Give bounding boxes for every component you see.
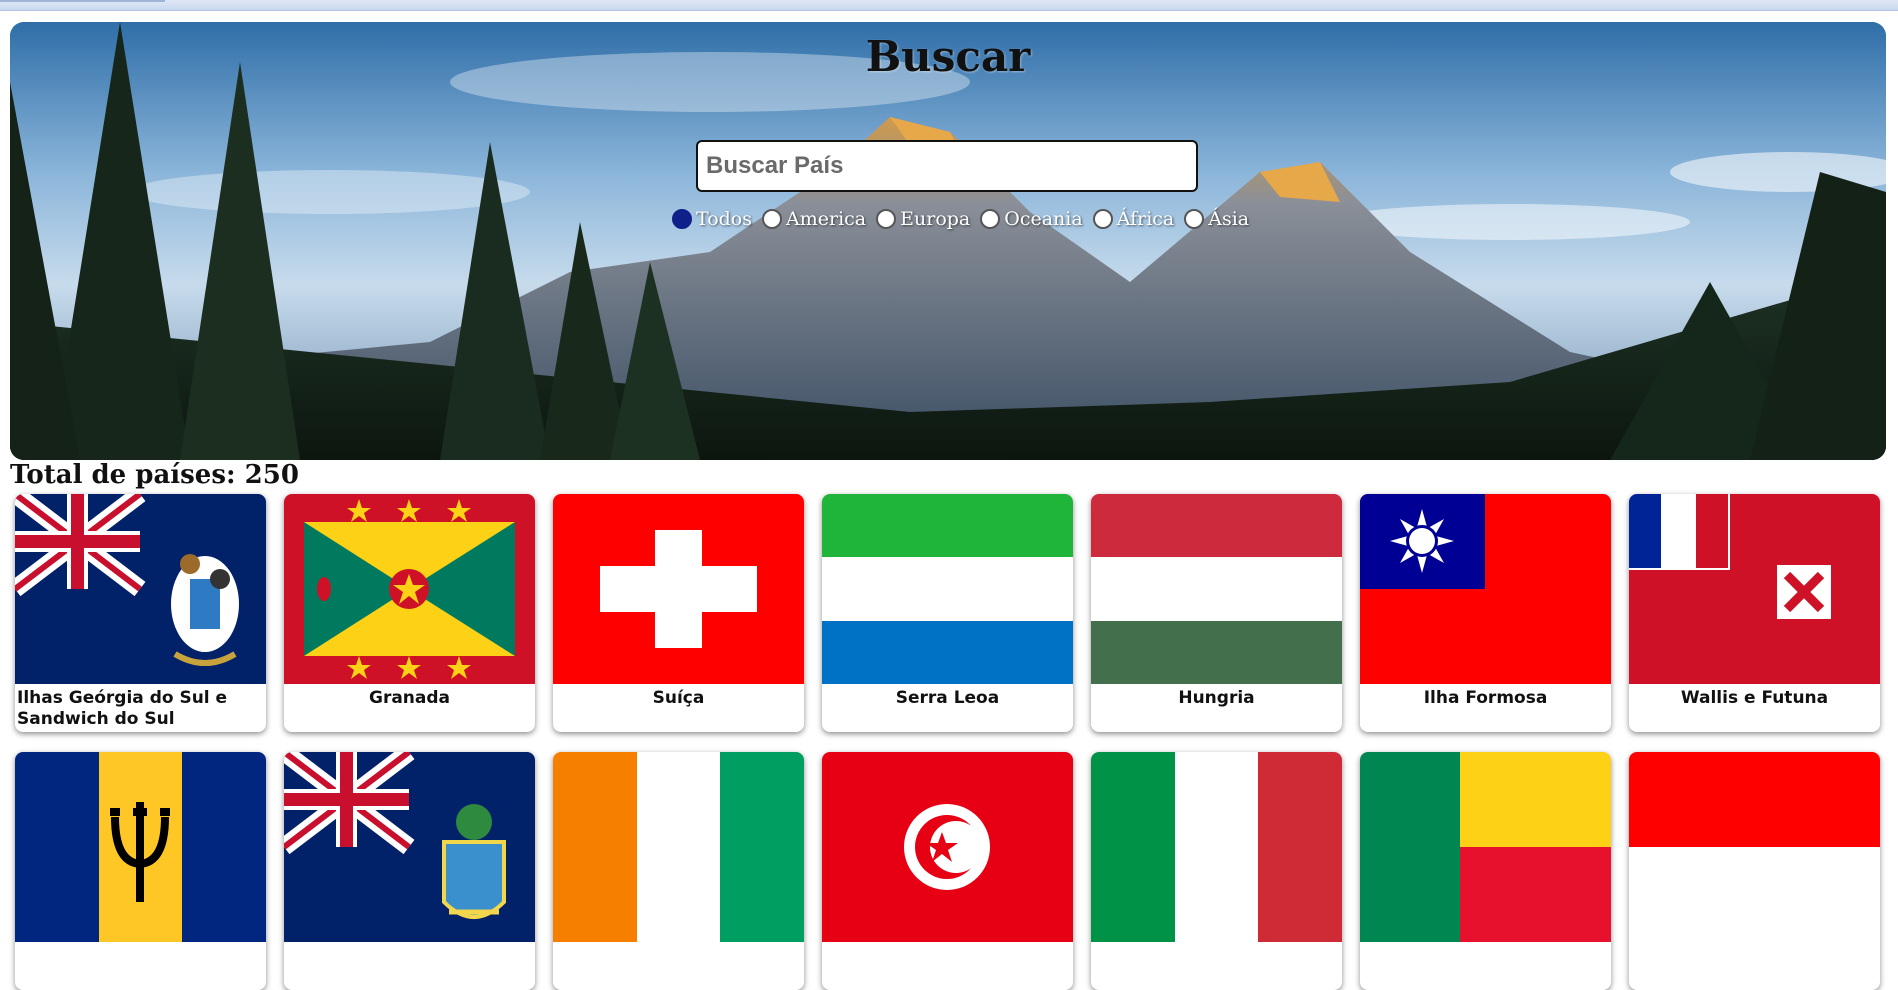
filter-america[interactable]: America xyxy=(758,208,872,230)
country-name: Suíça xyxy=(652,688,705,708)
filter-todos-label: Todos xyxy=(696,208,752,230)
country-card[interactable] xyxy=(1360,752,1611,990)
filter-europa[interactable]: Europa xyxy=(872,208,976,230)
country-name: Ilhas Geórgia do Sul e Sandwich do Sul xyxy=(17,688,228,729)
filter-africa[interactable]: África xyxy=(1089,208,1181,230)
country-name: Granada xyxy=(368,688,451,708)
country-card[interactable]: Hungria xyxy=(1091,494,1342,732)
browser-top-strip xyxy=(0,0,1898,11)
country-name: Hungria xyxy=(1178,688,1255,708)
country-name: Wallis e Futuna xyxy=(1680,688,1829,708)
filter-todos[interactable]: Todos xyxy=(668,208,758,230)
country-card[interactable] xyxy=(15,752,266,990)
pitcairn-flag-icon xyxy=(284,752,535,942)
radio-europa[interactable] xyxy=(876,209,897,229)
filter-oceania-label: Oceania xyxy=(1004,208,1083,230)
tunisia-flag-icon xyxy=(822,752,1073,942)
country-card[interactable] xyxy=(284,752,535,990)
hungary-flag-icon xyxy=(1091,494,1342,684)
country-card[interactable]: Suíça xyxy=(553,494,804,732)
country-card[interactable]: Wallis e Futuna xyxy=(1629,494,1880,732)
grenada-flag-icon xyxy=(284,494,535,684)
mountain-landscape-background xyxy=(10,22,1886,460)
country-name: Ilha Formosa xyxy=(1423,688,1548,708)
filter-america-label: America xyxy=(786,208,867,230)
filter-africa-label: África xyxy=(1116,208,1175,230)
ivory-coast-flag-icon xyxy=(553,752,804,942)
country-card[interactable] xyxy=(1629,752,1880,990)
radio-oceania[interactable] xyxy=(980,209,1001,229)
barbados-flag-icon xyxy=(15,752,266,942)
radio-asia[interactable] xyxy=(1184,209,1205,229)
filter-oceania[interactable]: Oceania xyxy=(976,208,1088,230)
tab-indicator xyxy=(0,0,165,2)
filter-asia-label: Ásia xyxy=(1208,208,1250,230)
country-card[interactable] xyxy=(1091,752,1342,990)
indonesia-flag-icon xyxy=(1629,752,1880,942)
country-card[interactable]: Ilha Formosa xyxy=(1360,494,1611,732)
wallis-futuna-flag-icon xyxy=(1629,494,1880,684)
sierra-leone-flag-icon xyxy=(822,494,1073,684)
country-search-input[interactable] xyxy=(696,140,1198,192)
benin-flag-icon xyxy=(1360,752,1611,942)
total-countries-count: Total de países: 250 xyxy=(10,460,299,490)
country-card[interactable]: Granada xyxy=(284,494,535,732)
country-card[interactable]: Serra Leoa xyxy=(822,494,1073,732)
country-card[interactable]: Ilhas Geórgia do Sul e Sandwich do Sul xyxy=(15,494,266,732)
radio-todos[interactable] xyxy=(672,209,692,229)
radio-america[interactable] xyxy=(762,209,782,229)
switzerland-flag-icon xyxy=(553,494,804,684)
region-filter-group: Todos America Europa Oceania África Ásia xyxy=(668,204,1255,234)
search-title: Buscar xyxy=(865,32,1031,81)
country-name: Serra Leoa xyxy=(895,688,1000,708)
country-card[interactable] xyxy=(822,752,1073,990)
filter-europa-label: Europa xyxy=(900,208,971,230)
taiwan-flag-icon xyxy=(1360,494,1611,684)
filter-asia[interactable]: Ásia xyxy=(1180,208,1255,230)
radio-africa[interactable] xyxy=(1092,209,1113,229)
search-hero-banner: Buscar Todos America Europa Oceania Áfri… xyxy=(10,22,1886,460)
south-georgia-flag-icon xyxy=(15,494,266,684)
italy-flag-icon xyxy=(1091,752,1342,942)
country-card[interactable] xyxy=(553,752,804,990)
